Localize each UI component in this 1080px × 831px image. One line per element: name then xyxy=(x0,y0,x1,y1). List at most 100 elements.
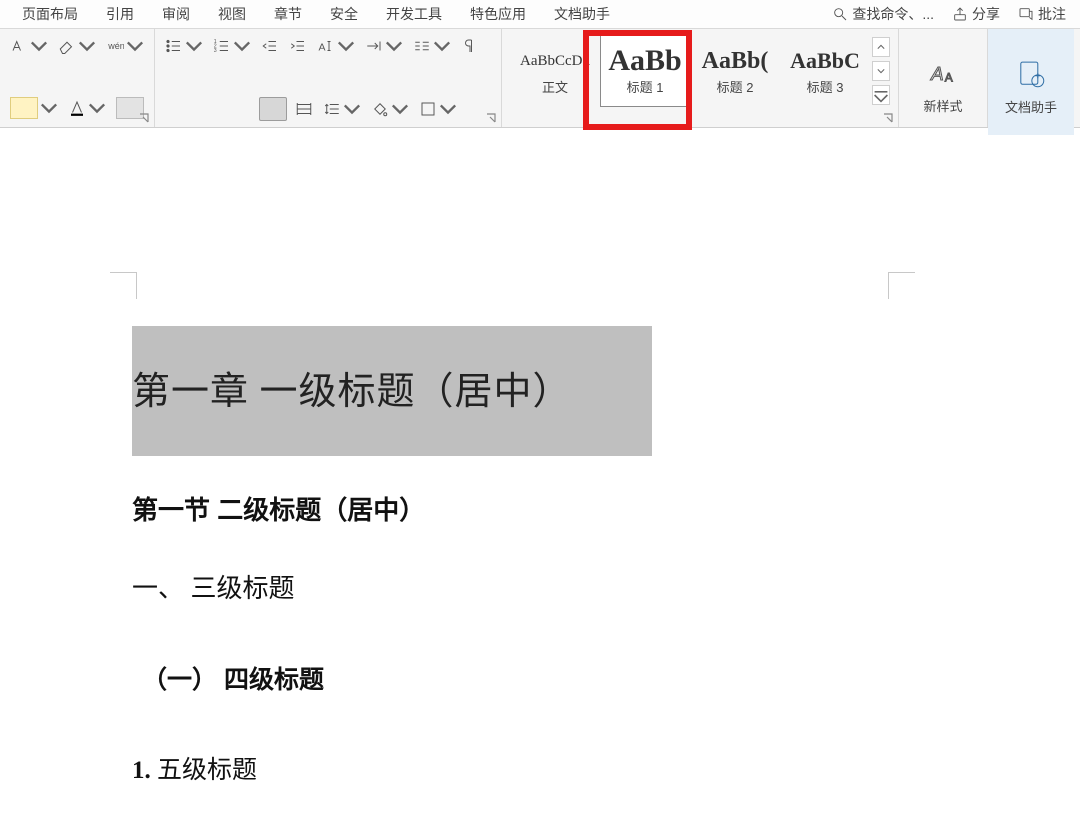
align-justify-icon xyxy=(260,96,286,122)
doc-assistant-label: 文档助手 xyxy=(1005,97,1057,116)
annotate-label: 批注 xyxy=(1038,4,1066,24)
annotate-button[interactable]: 批注 xyxy=(1018,4,1066,24)
menu-security[interactable]: 安全 xyxy=(316,0,372,28)
line-numbers-btn[interactable] xyxy=(411,35,453,57)
tab-icon xyxy=(365,37,383,55)
paragraph-dialog-launcher[interactable] xyxy=(485,111,499,125)
doc-heading-1[interactable]: 第一章 一级标题（居中） xyxy=(132,360,572,415)
borders-btn[interactable] xyxy=(417,98,459,120)
style-normal-label: 正文 xyxy=(542,77,568,96)
menu-references[interactable]: 引用 xyxy=(92,0,148,28)
tab-btn[interactable] xyxy=(363,35,405,57)
style-heading3-label: 标题 3 xyxy=(807,77,844,96)
line-numbers-icon xyxy=(413,37,431,55)
share-button[interactable]: 分享 xyxy=(952,4,1000,24)
align-right-icon xyxy=(227,96,253,122)
style-heading3[interactable]: AaBbC 标题 3 xyxy=(780,35,870,107)
distribute-icon xyxy=(295,100,313,118)
menu-chapter[interactable]: 章节 xyxy=(260,0,316,28)
style-gallery-scroll xyxy=(872,37,890,105)
font-size-btn[interactable] xyxy=(8,35,50,57)
annotate-icon xyxy=(1018,6,1034,22)
align-distribute-btn[interactable] xyxy=(293,98,315,120)
style-scroll-down[interactable] xyxy=(872,61,890,81)
style-scroll-up[interactable] xyxy=(872,37,890,57)
doc-heading-5[interactable]: 1. 五级标题 xyxy=(132,750,257,786)
search-placeholder: 查找命令、... xyxy=(852,4,934,24)
styles-dialog-launcher[interactable] xyxy=(882,111,896,125)
svg-text:3: 3 xyxy=(214,48,217,54)
style-heading3-preview: AaBbC xyxy=(790,47,860,75)
menu-page-layout[interactable]: 页面布局 xyxy=(8,0,92,28)
menu-bar: 页面布局 引用 审阅 视图 章节 安全 开发工具 特色应用 文档助手 查找命令、… xyxy=(0,0,1080,29)
ribbon-paragraph-group: 123 A xyxy=(155,29,502,127)
highlight-btn[interactable] xyxy=(8,95,60,121)
clear-format-btn[interactable] xyxy=(56,35,98,57)
ribbon-assistant-group: 文档助手 xyxy=(988,29,1074,127)
style-heading1-preview: AaBb xyxy=(608,47,681,75)
show-marks-btn[interactable] xyxy=(459,35,481,57)
ribbon-font-group: wén xyxy=(0,29,155,127)
svg-text:A: A xyxy=(945,70,953,84)
increase-indent-btn[interactable] xyxy=(287,35,309,57)
search-icon xyxy=(832,6,848,22)
numbering-icon: 123 xyxy=(213,37,231,55)
new-style-btn[interactable]: AA 新样式 xyxy=(907,35,979,127)
svg-text:A: A xyxy=(319,42,326,54)
page-corner-tr xyxy=(888,272,915,299)
ribbon: wén 123 A xyxy=(0,29,1080,128)
doc-h5-text: 五级标题 xyxy=(151,757,257,784)
align-left-btn[interactable] xyxy=(163,98,189,120)
line-spacing-icon xyxy=(323,100,341,118)
new-style-label: 新样式 xyxy=(923,96,962,115)
font-color-btn[interactable] xyxy=(66,97,108,119)
style-heading1-label: 标题 1 xyxy=(627,77,664,96)
share-label: 分享 xyxy=(972,4,1000,24)
char-scale-btn[interactable]: A xyxy=(315,35,357,57)
doc-h5-num: 1. xyxy=(132,757,151,784)
document-area[interactable]: 第一章 一级标题（居中） 第一节 二级标题（居中） 一、 三级标题 （一） 四级… xyxy=(0,180,1080,831)
style-normal-preview: AaBbCcDd xyxy=(520,47,590,75)
decrease-indent-btn[interactable] xyxy=(259,35,281,57)
indent-icon xyxy=(289,37,307,55)
shading-btn[interactable] xyxy=(369,98,411,120)
svg-text:A: A xyxy=(930,62,943,83)
doc-heading-2[interactable]: 第一节 二级标题（居中） xyxy=(132,490,425,527)
style-normal[interactable]: AaBbCcDd 正文 xyxy=(510,35,600,107)
phonetic-icon: wén xyxy=(106,37,124,55)
align-center-btn[interactable] xyxy=(195,98,221,120)
style-heading2[interactable]: AaBb( 标题 2 xyxy=(690,35,780,107)
new-style-icon: AA xyxy=(926,56,960,90)
style-heading2-preview: AaBb( xyxy=(702,47,769,75)
style-heading1[interactable]: AaBb 标题 1 xyxy=(600,35,690,107)
style-gallery-expand[interactable] xyxy=(872,85,890,105)
numbering-btn[interactable]: 123 xyxy=(211,35,253,57)
align-right-btn[interactable] xyxy=(227,98,253,120)
doc-heading-4[interactable]: （一） 四级标题 xyxy=(142,660,324,696)
menu-featured[interactable]: 特色应用 xyxy=(456,0,540,28)
page-corner-tl xyxy=(110,272,137,299)
doc-assistant-icon xyxy=(1014,57,1048,91)
menu-view[interactable]: 视图 xyxy=(204,0,260,28)
ribbon-newstyle-group: AA 新样式 xyxy=(899,29,988,127)
font-dialog-launcher[interactable] xyxy=(138,111,152,125)
doc-heading-3[interactable]: 一、 三级标题 xyxy=(132,568,295,605)
bullets-btn[interactable] xyxy=(163,35,205,57)
highlight-icon xyxy=(10,97,38,119)
ribbon-styles-group: AaBbCcDd 正文 AaBb 标题 1 AaBb( 标题 2 AaBbC 标… xyxy=(502,29,899,127)
phonetic-guide-btn[interactable]: wén xyxy=(104,35,146,57)
align-center-icon xyxy=(195,96,221,122)
bullets-icon xyxy=(165,37,183,55)
pilcrow-icon xyxy=(461,37,479,55)
menu-doc-assistant[interactable]: 文档助手 xyxy=(540,0,624,28)
style-heading2-label: 标题 2 xyxy=(717,77,754,96)
align-justify-btn[interactable] xyxy=(259,97,287,121)
search-command[interactable]: 查找命令、... xyxy=(832,4,934,24)
font-size-icon xyxy=(10,37,28,55)
line-spacing-btn[interactable] xyxy=(321,98,363,120)
menu-devtools[interactable]: 开发工具 xyxy=(372,0,456,28)
menu-review[interactable]: 审阅 xyxy=(148,0,204,28)
svg-text:wén: wén xyxy=(107,41,124,51)
doc-assistant-btn[interactable]: 文档助手 xyxy=(988,29,1074,135)
share-icon xyxy=(952,6,968,22)
